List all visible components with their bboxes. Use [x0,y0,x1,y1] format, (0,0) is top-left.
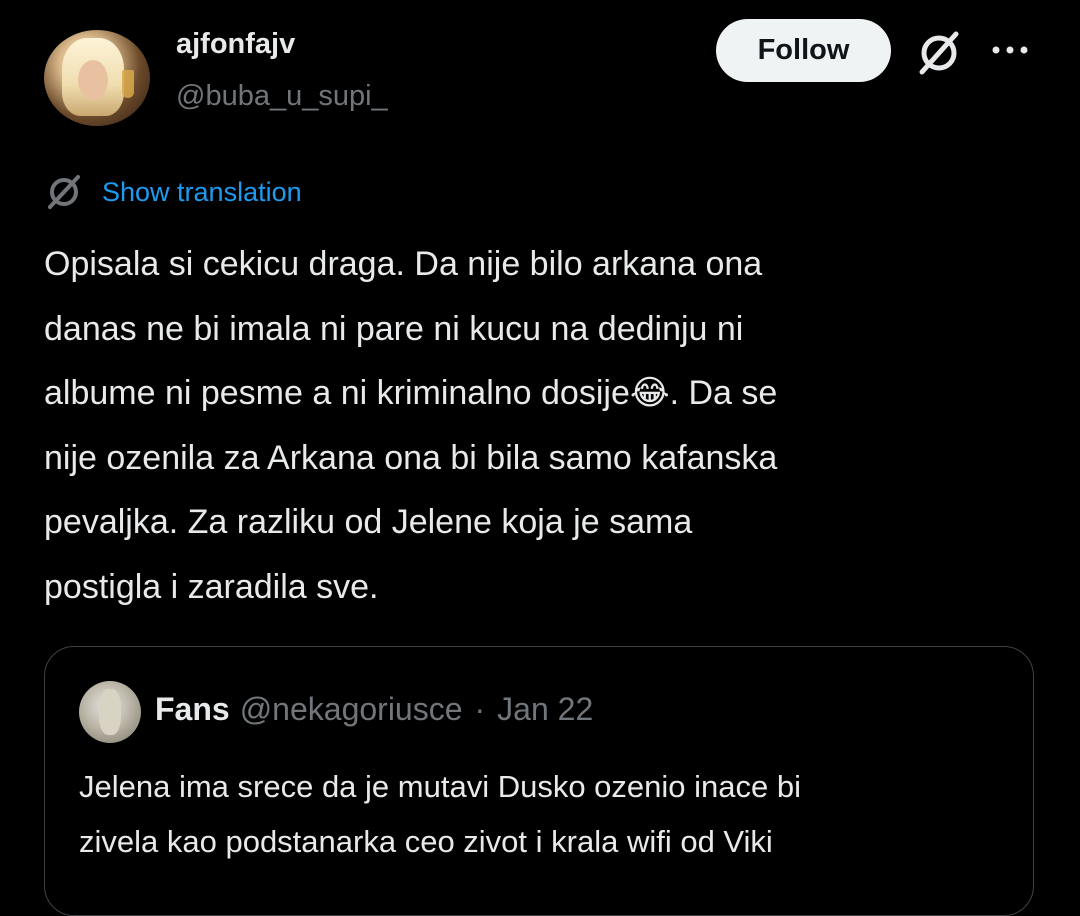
show-translation-row[interactable]: Show translation [44,172,302,212]
quoted-author-name: Fans [155,691,230,727]
follow-button[interactable]: Follow [716,19,891,82]
quoted-tweet-header: Fans @nekagoriusce · Jan 22 [155,691,593,728]
quoted-tweet-date: Jan 22 [497,691,594,727]
quoted-tweet-text: Jelena ima srece da je mutavi Dusko ozen… [79,769,801,859]
translate-icon [48,175,80,209]
separator-dot: · [474,691,486,727]
show-translation-link[interactable]: Show translation [102,177,302,208]
author-avatar[interactable] [44,30,150,126]
quoted-author-avatar [79,681,141,743]
quoted-avatar-figure [99,689,121,735]
laughing-emoji: 😂 [629,374,670,412]
avatar-glass [122,70,134,98]
tweet-text: Opisala si cekicu draga. Da nije bilo ar… [44,232,1034,619]
grok-icon[interactable] [914,28,964,78]
more-icon[interactable] [990,42,1030,58]
avatar-face [78,60,108,100]
author-display-name[interactable]: ajfonfajv [176,28,295,61]
quoted-author-handle: @nekagoriusce [239,691,463,727]
quoted-tweet-card[interactable]: Fans @nekagoriusce · Jan 22 Jelena ima s… [44,646,1034,916]
author-handle[interactable]: @buba_u_supi_ [176,80,388,113]
